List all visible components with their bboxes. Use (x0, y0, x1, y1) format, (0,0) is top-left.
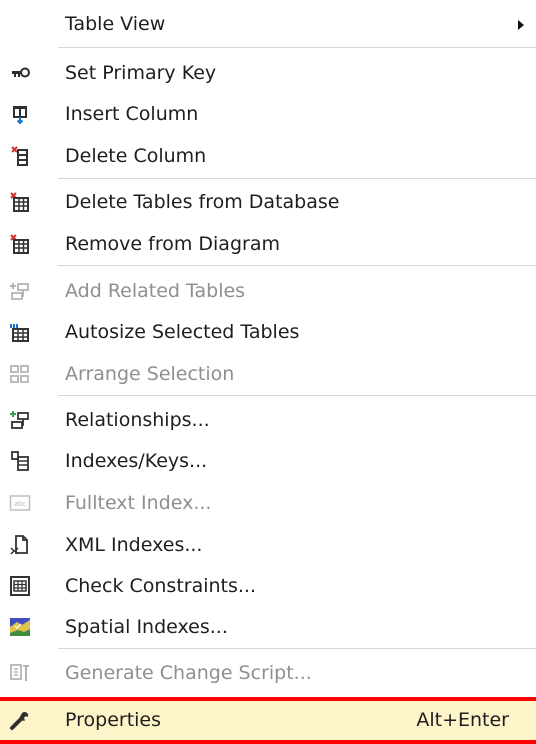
menu-item-label: Indexes/Keys... (65, 450, 208, 472)
menu-separator (58, 47, 536, 48)
menu-item-indexes-keys[interactable]: Indexes/Keys... (0, 441, 536, 481)
menu-item-insert-column[interactable]: Insert Column (0, 94, 536, 134)
indexes-icon (8, 449, 32, 473)
menu-item-label: Table View (65, 13, 166, 35)
keyboard-shortcut: Alt+Enter (416, 709, 509, 731)
menu-item-label: Set Primary Key (65, 62, 217, 84)
insert-column-icon (8, 102, 32, 126)
menu-item-properties[interactable]: Properties Alt+Enter (0, 697, 536, 744)
menu-item-label: Spatial Indexes... (65, 616, 228, 638)
menu-item-arrange-selection[interactable]: Arrange Selection (0, 354, 536, 394)
menu-item-label: Insert Column (65, 103, 199, 125)
menu-item-label: Add Related Tables (65, 280, 246, 302)
menu-item-relationships[interactable]: Relationships... (0, 400, 536, 440)
svg-text:abc: abc (14, 501, 26, 508)
delete-column-icon (8, 144, 32, 168)
menu-item-label: Arrange Selection (65, 363, 235, 385)
context-menu: Table View Set Primary Key Insert Column (0, 0, 536, 744)
menu-item-label: Properties (65, 709, 162, 731)
fulltext-icon: abc (8, 491, 32, 515)
menu-item-label: Fulltext Index... (65, 492, 212, 514)
menu-item-label: Delete Tables from Database (65, 191, 340, 213)
remove-table-icon (8, 232, 32, 256)
menu-item-label: Autosize Selected Tables (65, 321, 300, 343)
menu-item-remove-from-diagram[interactable]: Remove from Diagram (0, 224, 536, 264)
add-related-tables-icon (8, 279, 32, 303)
wrench-icon (8, 708, 32, 732)
menu-item-label: Generate Change Script... (65, 662, 312, 684)
script-icon (8, 661, 32, 685)
delete-table-icon (8, 190, 32, 214)
menu-item-label: Check Constraints... (65, 575, 257, 597)
menu-item-label: Remove from Diagram (65, 233, 280, 255)
menu-item-spatial-indexes[interactable]: Spatial Indexes... (0, 607, 536, 647)
relationships-icon (8, 408, 32, 432)
menu-separator (58, 648, 536, 649)
menu-item-delete-column[interactable]: Delete Column (0, 136, 536, 176)
menu-item-label: Delete Column (65, 145, 207, 167)
xml-index-icon (8, 533, 32, 557)
menu-item-set-primary-key[interactable]: Set Primary Key (0, 53, 536, 93)
menu-item-generate-change-script[interactable]: Generate Change Script... (0, 653, 536, 693)
submenu-arrow-icon (518, 20, 524, 30)
menu-item-autosize-selected-tables[interactable]: Autosize Selected Tables (0, 312, 536, 352)
menu-item-delete-tables-from-database[interactable]: Delete Tables from Database (0, 182, 536, 222)
arrange-icon (8, 362, 32, 386)
key-icon (8, 61, 32, 85)
menu-item-label: XML Indexes... (65, 534, 203, 556)
menu-item-add-related-tables[interactable]: Add Related Tables (0, 271, 536, 311)
check-constraints-icon (8, 574, 32, 598)
menu-item-fulltext-index[interactable]: abc Fulltext Index... (0, 483, 536, 523)
menu-item-check-constraints[interactable]: Check Constraints... (0, 566, 536, 606)
menu-separator (58, 395, 536, 396)
autosize-icon (8, 320, 32, 344)
menu-separator (58, 178, 536, 179)
menu-item-table-view[interactable]: Table View (0, 4, 536, 44)
menu-item-label: Relationships... (65, 409, 210, 431)
spatial-index-icon (8, 615, 32, 639)
menu-separator (58, 265, 536, 266)
menu-item-xml-indexes[interactable]: XML Indexes... (0, 525, 536, 565)
